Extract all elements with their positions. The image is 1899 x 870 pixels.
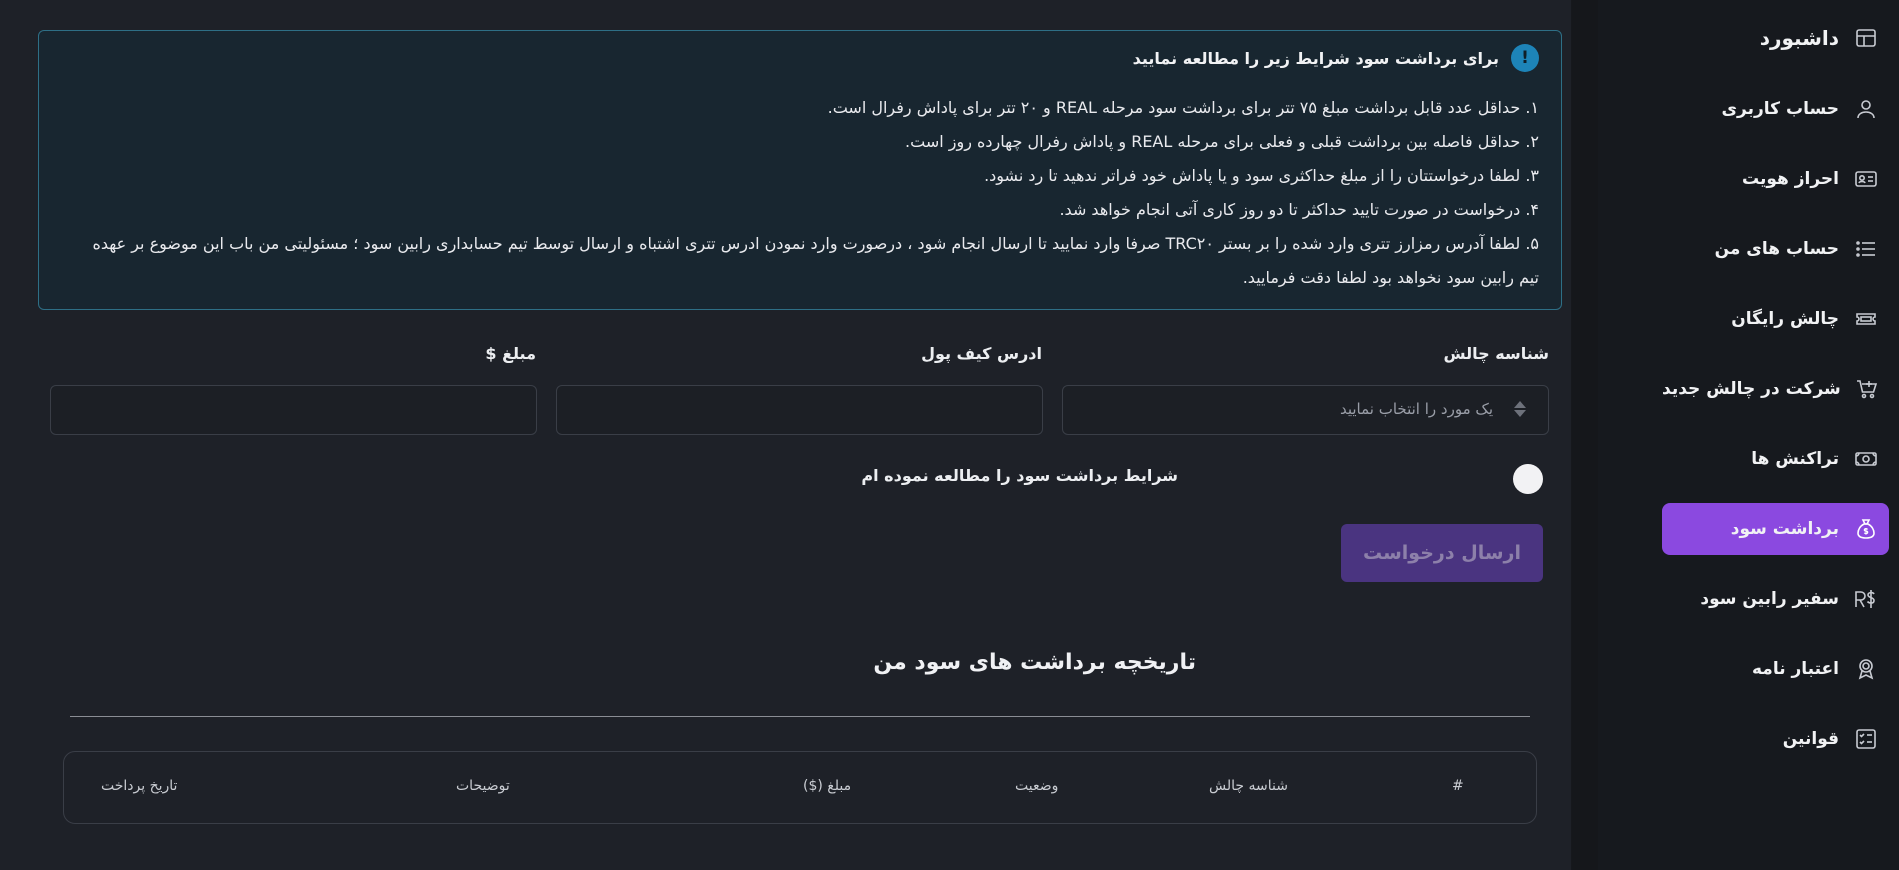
sidebar-item-label: احراز هویت — [1741, 169, 1839, 189]
sidebar-item-ambassador[interactable]: سفیر رابین سود — [1662, 573, 1889, 625]
notice-rule-4: ۴. درخواست در صورت تایید حداکثر تا دو رو… — [1059, 200, 1539, 219]
ticket-icon — [1853, 306, 1879, 332]
sidebar-item-kyc[interactable]: احراز هویت — [1662, 153, 1889, 205]
notice-title: برای برداشت سود شرایط زیر را مطالعه نمای… — [1132, 48, 1499, 68]
terms-label: شرایط برداشت سود را مطالعه نموده ام — [861, 466, 1178, 485]
sidebar-item-label: اعتبار نامه — [1751, 659, 1839, 679]
amount-input[interactable] — [50, 385, 537, 435]
column-header-challenge-id: شناسه چالش — [1209, 778, 1288, 794]
rules-icon — [1853, 726, 1879, 752]
submit-request-button[interactable]: ارسال درخواست — [1341, 524, 1543, 582]
sidebar-item-label: برداشت سود — [1730, 519, 1839, 539]
currency-icon — [1853, 586, 1879, 612]
history-table-header: # شناسه چالش وضعیت مبلغ ($) توضیحات تاری… — [63, 751, 1537, 824]
info-icon: ! — [1511, 44, 1539, 72]
sidebar-item-label: تراکنش ها — [1751, 449, 1839, 469]
challenge-select-placeholder: یک مورد را انتخاب نمایید — [1339, 400, 1493, 418]
amount-label: مبلغ $ — [485, 344, 536, 363]
column-header-description: توضیحات — [456, 778, 510, 794]
sidebar-item-label: شرکت در چالش جدید — [1662, 379, 1841, 399]
wallet-address-label: ادرس کیف پول — [921, 344, 1042, 363]
column-header-payment-date: تاریخ پرداخت — [101, 778, 178, 794]
sidebar-item-transactions[interactable]: تراکنش ها — [1662, 433, 1889, 485]
column-header-status: وضعیت — [1015, 778, 1059, 794]
certificate-icon — [1853, 656, 1879, 682]
sidebar-item-my-accounts[interactable]: حساب های من — [1662, 223, 1889, 275]
column-header-index: # — [1452, 778, 1464, 794]
money-bag-icon — [1853, 516, 1879, 542]
content-gap — [1572, 0, 1598, 870]
wallet-address-input[interactable] — [556, 385, 1043, 435]
sidebar-item-new-challenge[interactable]: شرکت در چالش جدید — [1662, 363, 1889, 415]
cart-plus-icon — [1855, 376, 1879, 402]
dashboard-icon — [1853, 25, 1879, 51]
withdraw-rules-notice: ! برای برداشت سود شرایط زیر را مطالعه نم… — [38, 30, 1562, 310]
sidebar-item-rules[interactable]: قوانین — [1662, 713, 1889, 765]
sidebar-item-label: حساب کاربری — [1721, 99, 1839, 119]
sidebar-item-label: قوانین — [1782, 729, 1839, 749]
sidebar-item-credentials[interactable]: اعتبار نامه — [1662, 643, 1889, 695]
sidebar-item-label: چالش رایگان — [1731, 309, 1839, 329]
notice-rule-2: ۲. حداقل فاصله بین برداشت قبلی و فعلی بر… — [905, 132, 1539, 151]
money-icon — [1853, 446, 1879, 472]
user-icon — [1853, 96, 1879, 122]
column-header-amount: مبلغ ($) — [803, 778, 852, 794]
sidebar-item-dashboard[interactable]: داشبورد — [1662, 12, 1889, 64]
history-title: تاریخچه برداشت های سود من — [873, 650, 1196, 675]
notice-rule-1: ۱. حداقل عدد قابل برداشت مبلغ ۷۵ تتر برا… — [827, 98, 1539, 117]
sidebar-item-label: حساب های من — [1714, 239, 1839, 259]
sidebar-item-label: داشبورد — [1759, 26, 1839, 50]
challenge-id-select[interactable]: یک مورد را انتخاب نمایید — [1062, 385, 1549, 435]
challenge-id-label: شناسه چالش — [1443, 344, 1549, 363]
divider — [70, 716, 1530, 717]
sidebar-item-account[interactable]: حساب کاربری — [1662, 83, 1889, 135]
sidebar-item-label: سفیر رابین سود — [1700, 589, 1839, 609]
sidebar-item-withdraw-profit[interactable]: برداشت سود — [1662, 503, 1889, 555]
sidebar: داشبورد حساب کاربری احراز هویت حساب های … — [1598, 0, 1899, 870]
notice-rule-5: ۵. لطفا آدرس رمزارز تتری وارد شده را بر … — [92, 234, 1539, 253]
terms-radio[interactable] — [1513, 464, 1543, 494]
notice-rule-5-cont: تیم رابین سود نخواهد بود لطفا دقت فرمایی… — [1242, 268, 1539, 287]
notice-rule-3: ۳. لطفا درخواستتان را از مبلغ حداکثری سو… — [984, 166, 1539, 185]
select-arrows-icon — [1514, 399, 1526, 423]
main-content: ! برای برداشت سود شرایط زیر را مطالعه نم… — [0, 0, 1572, 870]
id-card-icon — [1853, 166, 1879, 192]
sidebar-item-free-challenge[interactable]: چالش رایگان — [1662, 293, 1889, 345]
list-icon — [1853, 236, 1879, 262]
